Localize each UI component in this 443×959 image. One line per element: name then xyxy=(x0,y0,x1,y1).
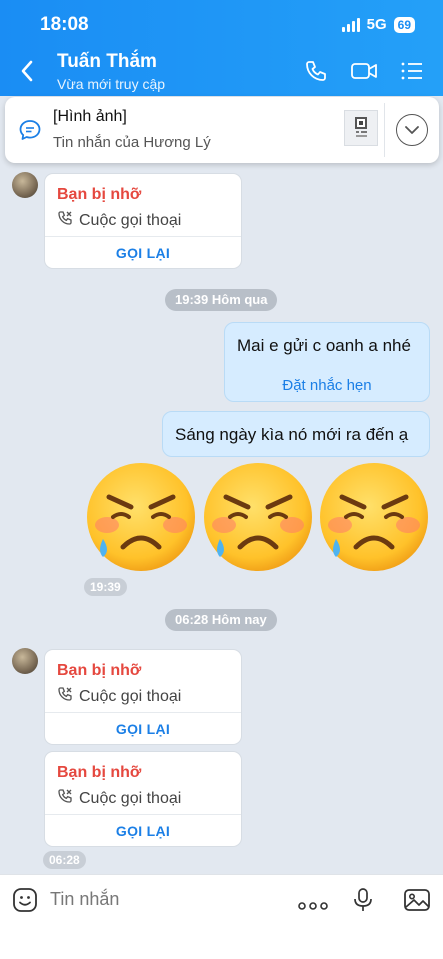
signal-icon xyxy=(341,17,360,32)
set-reminder-link[interactable]: Đặt nhắc hẹn xyxy=(225,377,429,394)
missed-call-icon xyxy=(57,686,73,707)
battery-level: 69 xyxy=(393,16,415,33)
pinned-title: [Hình ảnh] xyxy=(53,108,127,125)
date-separator: 06:28 Hôm nay xyxy=(165,609,277,631)
list-icon[interactable] xyxy=(400,58,424,89)
missed-call-title: Bạn bị nhỡ xyxy=(57,662,142,679)
missed-call-title: Bạn bị nhỡ xyxy=(57,764,142,781)
chat-header: 18:08 5G 69 Tuấn Thắm Vừa mới truy cập xyxy=(0,0,443,96)
outgoing-message[interactable]: Mai e gửi c oanh a nhé Đặt nhắc hẹn xyxy=(224,322,430,402)
sticker-icon[interactable] xyxy=(12,887,38,918)
message-input[interactable]: Tin nhắn xyxy=(50,889,119,910)
divider xyxy=(384,103,385,157)
chat-bubble-icon xyxy=(18,118,42,147)
outgoing-message[interactable]: Sáng ngày kìa nó mới ra đến ạ xyxy=(162,411,430,457)
message-timestamp: 19:39 xyxy=(84,578,127,596)
message-composer: Tin nhắn xyxy=(0,874,443,959)
phone-icon[interactable] xyxy=(304,58,328,89)
pinned-subtitle: Tin nhắn của Hương Lý xyxy=(53,134,211,151)
image-icon[interactable] xyxy=(403,887,431,918)
pinned-thumbnail[interactable] xyxy=(344,110,378,146)
missed-call-card: Bạn bị nhỡ Cuộc gọi thoại GỌI LẠI xyxy=(44,751,242,847)
call-type: Cuộc gọi thoại xyxy=(57,210,181,231)
video-icon[interactable] xyxy=(350,58,378,89)
crying-face-emoji[interactable] xyxy=(202,461,314,573)
back-icon[interactable] xyxy=(20,60,34,87)
call-type-label: Cuộc gọi thoại xyxy=(79,789,182,807)
message-timestamp: 06:28 xyxy=(43,851,86,869)
contact-name[interactable]: Tuấn Thắm xyxy=(57,51,157,73)
call-type: Cuộc gọi thoại xyxy=(57,788,181,809)
missed-call-icon xyxy=(57,788,73,809)
chevron-down-icon[interactable] xyxy=(396,114,428,146)
contact-status: Vừa mới truy cập xyxy=(57,76,166,92)
call-type: Cuộc gọi thoại xyxy=(57,686,181,707)
status-time: 18:08 xyxy=(40,14,89,35)
missed-call-icon xyxy=(57,210,73,231)
call-type-label: Cuộc gọi thoại xyxy=(79,687,182,705)
call-back-button[interactable]: GỌI LẠI xyxy=(45,712,241,746)
missed-call-card: Bạn bị nhỡ Cuộc gọi thoại GỌI LẠI xyxy=(44,649,242,745)
missed-call-title: Bạn bị nhỡ xyxy=(57,186,142,203)
date-separator: 19:39 Hôm qua xyxy=(165,289,278,311)
message-text: Sáng ngày kìa nó mới ra đến ạ xyxy=(175,425,409,444)
call-type-label: Cuộc gọi thoại xyxy=(79,211,182,229)
avatar[interactable] xyxy=(12,648,38,674)
crying-face-emoji[interactable] xyxy=(85,461,197,573)
crying-face-emoji[interactable] xyxy=(318,461,430,573)
more-icon[interactable] xyxy=(298,897,328,915)
status-indicators: 5G 69 xyxy=(341,16,415,33)
missed-call-card: Bạn bị nhỡ Cuộc gọi thoại GỌI LẠI xyxy=(44,173,242,269)
call-back-button[interactable]: GỌI LẠI xyxy=(45,236,241,270)
pinned-message[interactable]: [Hình ảnh] Tin nhắn của Hương Lý xyxy=(5,97,439,163)
avatar[interactable] xyxy=(12,172,38,198)
call-back-button[interactable]: GỌI LẠI xyxy=(45,814,241,848)
voice-icon[interactable] xyxy=(352,887,374,918)
network-label: 5G xyxy=(366,16,387,33)
message-text: Mai e gửi c oanh a nhé xyxy=(237,336,411,355)
